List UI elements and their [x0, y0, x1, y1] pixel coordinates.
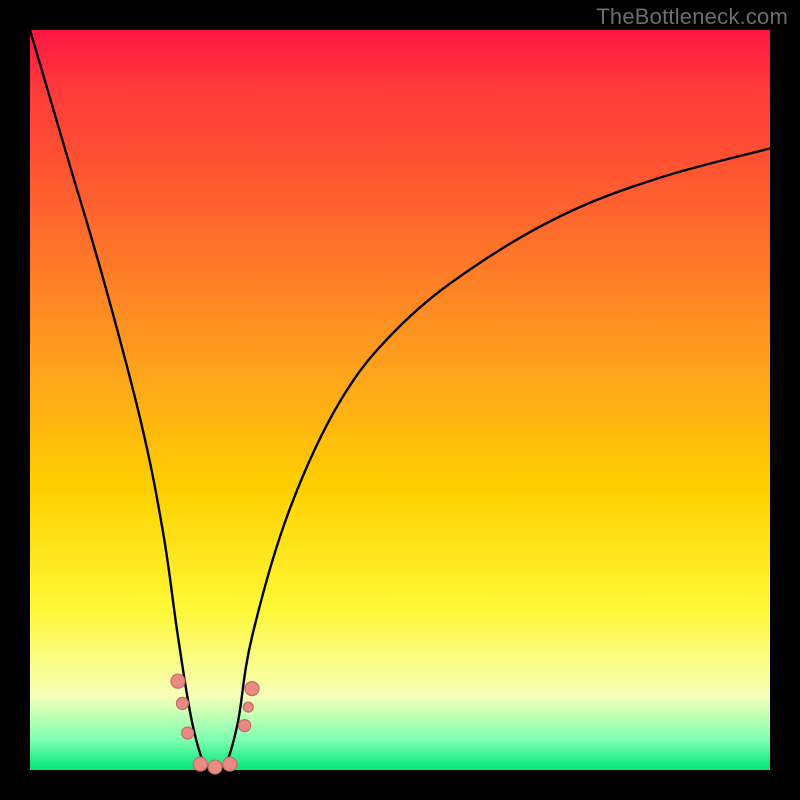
- marker-bottom-mid: [208, 760, 222, 774]
- marker-right-cluster-upper: [245, 682, 259, 696]
- watermark-label: TheBottleneck.com: [596, 4, 788, 30]
- chart-svg: [30, 30, 770, 770]
- marker-left-cluster-upper: [171, 674, 185, 688]
- marker-bottom-midL: [193, 757, 207, 771]
- marker-left-cluster-lower: [182, 727, 194, 739]
- data-markers: [171, 674, 259, 774]
- marker-right-cluster-lower: [239, 720, 251, 732]
- outer-frame: TheBottleneck.com: [0, 0, 800, 800]
- marker-left-cluster-upper2: [176, 697, 188, 709]
- marker-right-cluster-upper2: [243, 702, 253, 712]
- marker-bottom-midR: [223, 757, 237, 771]
- bottleneck-curve: [30, 30, 770, 776]
